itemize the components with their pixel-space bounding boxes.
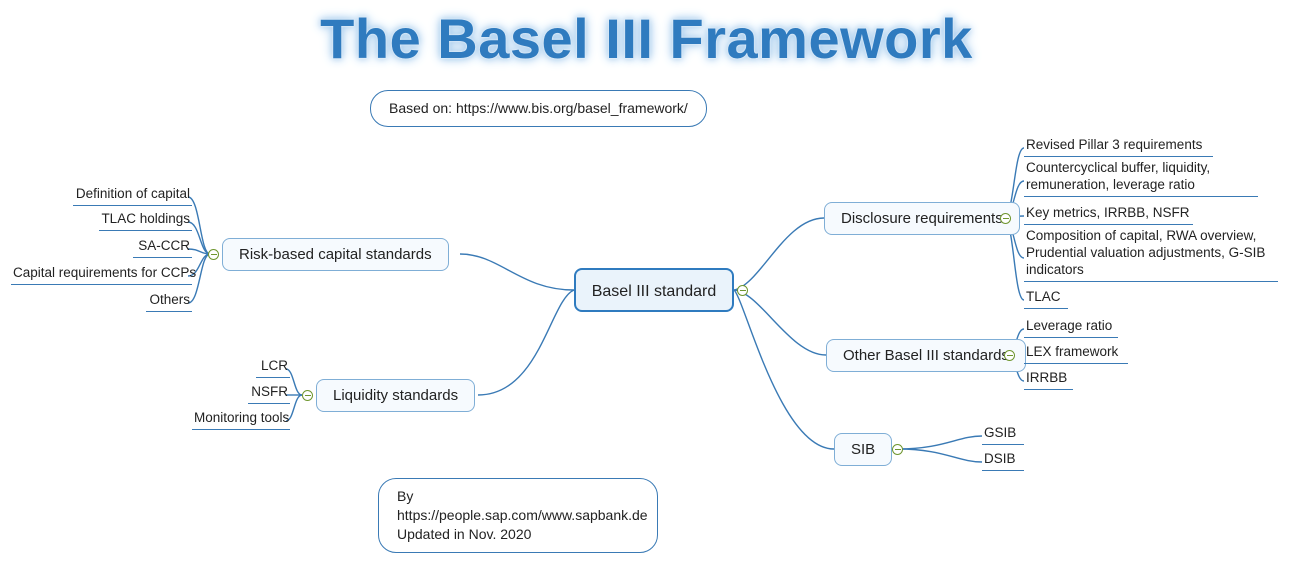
toggle-other[interactable] [1004, 350, 1015, 361]
leaf-monitoring-tools[interactable]: Monitoring tools [192, 410, 290, 430]
leaf-others[interactable]: Others [146, 292, 192, 312]
leaf-irrbb[interactable]: IRRBB [1024, 370, 1073, 390]
center-node-basel-iii[interactable]: Basel III standard [574, 268, 734, 312]
toggle-center-right[interactable] [737, 285, 748, 296]
leaf-lex-framework[interactable]: LEX framework [1024, 344, 1128, 364]
leaf-gsib[interactable]: GSIB [982, 425, 1024, 445]
toggle-sib[interactable] [892, 444, 903, 455]
branch-disclosure-requirements[interactable]: Disclosure requirements [824, 202, 1020, 235]
branch-sib[interactable]: SIB [834, 433, 892, 466]
leaf-nsfr[interactable]: NSFR [248, 384, 290, 404]
leaf-tlac[interactable]: TLAC [1024, 289, 1068, 309]
leaf-sa-ccr[interactable]: SA-CCR [133, 238, 192, 258]
subtitle-pill: Based on: https://www.bis.org/basel_fram… [370, 90, 707, 127]
leaf-dsib[interactable]: DSIB [982, 451, 1024, 471]
branch-risk-based-capital[interactable]: Risk-based capital standards [222, 238, 449, 271]
branch-liquidity-standards[interactable]: Liquidity standards [316, 379, 475, 412]
footer-credit: By https://people.sap.com/www.sapbank.de… [378, 478, 658, 553]
leaf-countercyclical-buffer[interactable]: Countercyclical buffer, liquidity, remun… [1024, 160, 1258, 197]
leaf-definition-of-capital[interactable]: Definition of capital [73, 186, 192, 206]
toggle-disclosure[interactable] [1000, 213, 1011, 224]
leaf-key-metrics[interactable]: Key metrics, IRRBB, NSFR [1024, 205, 1193, 225]
leaf-revised-pillar-3[interactable]: Revised Pillar 3 requirements [1024, 137, 1213, 157]
leaf-composition-of-capital[interactable]: Composition of capital, RWA overview, Pr… [1024, 228, 1278, 282]
page-title: The Basel III Framework [0, 6, 1293, 71]
footer-line2: Updated in Nov. 2020 [397, 526, 531, 542]
footer-line1: By https://people.sap.com/www.sapbank.de [397, 488, 648, 523]
branch-other-basel-iii[interactable]: Other Basel III standards [826, 339, 1026, 372]
leaf-capital-req-ccps[interactable]: Capital requirements for CCPs [11, 265, 192, 285]
toggle-risk[interactable] [208, 249, 219, 260]
leaf-leverage-ratio[interactable]: Leverage ratio [1024, 318, 1118, 338]
leaf-lcr[interactable]: LCR [256, 358, 290, 378]
leaf-tlac-holdings[interactable]: TLAC holdings [99, 211, 192, 231]
toggle-liquidity[interactable] [302, 390, 313, 401]
